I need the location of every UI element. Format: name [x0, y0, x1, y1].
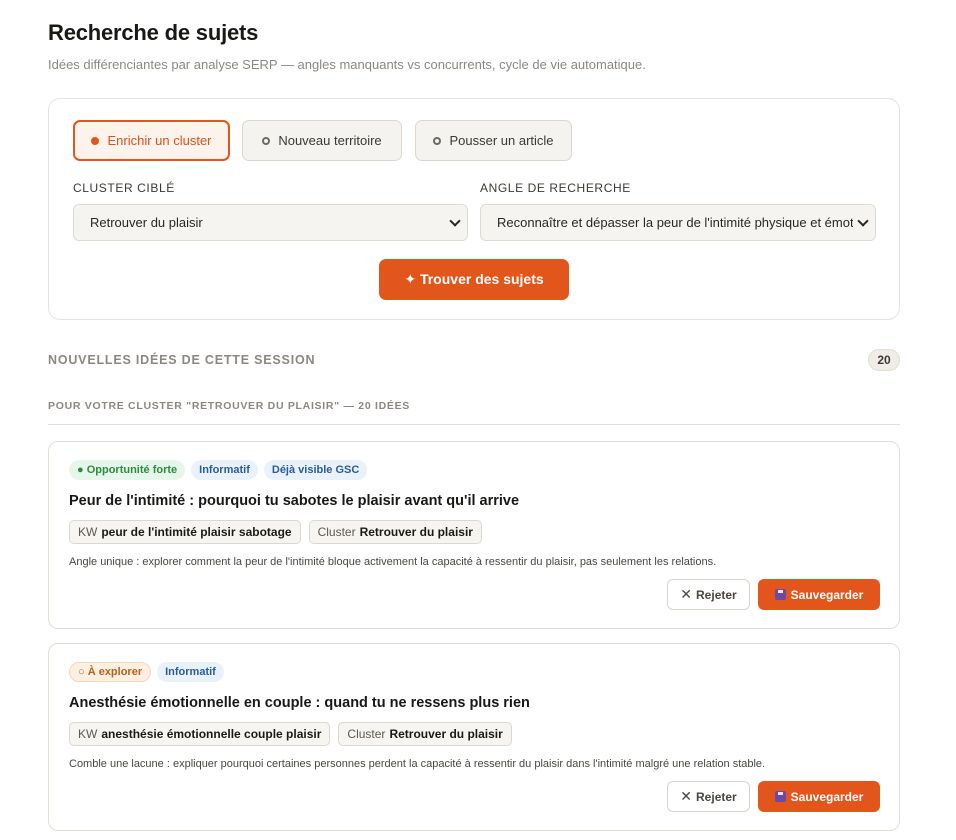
cluster-value: Retrouver du plaisir [359, 525, 473, 539]
keyword-chip: KW peur de l'intimité plaisir sabotage [69, 520, 301, 544]
mode-label: Enrichir un cluster [107, 133, 212, 148]
radio-dot-icon [433, 136, 442, 145]
angle-select-value: Reconnaître et dépasser la peur de l'int… [497, 215, 876, 230]
keyword-prefix: KW [78, 525, 98, 539]
save-label: Sauvegarder [790, 587, 864, 602]
find-topics-button[interactable]: ✦ Trouver des sujets [379, 259, 569, 300]
cluster-prefix: Cluster [317, 525, 356, 539]
reject-label: Rejeter [696, 587, 737, 602]
search-panel: Enrichir un cluster Nouveau territoire P… [48, 98, 900, 320]
mode-new-territory-button[interactable]: Nouveau territoire [242, 120, 402, 161]
reject-button[interactable]: ✕ Rejeter [667, 781, 750, 812]
find-topics-label: ✦ Trouver des sujets [404, 271, 544, 287]
explore-badge: ○ À explorer [69, 662, 152, 682]
save-button[interactable]: Sauvegarder [758, 579, 880, 610]
idea-chips: KW anesthésie émotionnelle couple plaisi… [69, 722, 512, 746]
cluster-value: Retrouver du plaisir [389, 727, 503, 741]
radio-dot-icon [91, 136, 100, 145]
idea-card: ● Opportunité forte Informatif Déjà visi… [48, 441, 900, 629]
mode-enrich-cluster-button[interactable]: Enrichir un cluster [73, 120, 230, 161]
radio-dot-icon [262, 136, 271, 145]
idea-description: Angle unique : explorer comment la peur … [69, 556, 717, 568]
intent-badge: Informatif [191, 460, 258, 480]
idea-chips: KW peur de l'intimité plaisir sabotage C… [69, 520, 482, 544]
save-button[interactable]: Sauvegarder [758, 781, 880, 812]
angle-field-label: ANGLE DE RECHERCHE [480, 181, 631, 195]
subsection-title: POUR VOTRE CLUSTER "RETROUVER DU PLAISIR… [48, 400, 410, 412]
page-title: Recherche de sujets [48, 20, 259, 45]
close-icon: ✕ [680, 788, 693, 804]
floppy-disk-icon [774, 791, 786, 802]
keyword-prefix: KW [78, 727, 98, 741]
page-subtitle: Idées différenciantes par analyse SERP —… [48, 57, 646, 72]
idea-card: ○ À explorer Informatif Anesthésie émoti… [48, 643, 900, 831]
cluster-field-label: CLUSTER CIBLÉ [73, 181, 175, 195]
idea-tags: ○ À explorer Informatif [69, 662, 224, 682]
angle-select[interactable]: Reconnaître et dépasser la peur de l'int… [480, 204, 876, 241]
keyword-value: anesthésie émotionnelle couple plaisir [101, 727, 322, 741]
idea-tags: ● Opportunité forte Informatif Déjà visi… [69, 460, 368, 480]
mode-label: Nouveau territoire [278, 133, 382, 148]
close-icon: ✕ [680, 586, 693, 602]
keyword-value: peur de l'intimité plaisir sabotage [101, 525, 292, 539]
ideas-count-badge: 20 [868, 349, 900, 371]
reject-button[interactable]: ✕ Rejeter [667, 579, 750, 610]
cluster-select-value: Retrouver du plaisir [90, 215, 203, 230]
idea-title: Anesthésie émotionnelle en couple : quan… [69, 695, 530, 711]
cluster-chip: Cluster Retrouver du plaisir [338, 722, 512, 746]
mode-label: Pousser un article [449, 133, 554, 148]
divider [48, 424, 900, 425]
opportunity-badge: ● Opportunité forte [69, 460, 186, 480]
section-title: NOUVELLES IDÉES DE CETTE SESSION [48, 353, 316, 367]
keyword-chip: KW anesthésie émotionnelle couple plaisi… [69, 722, 331, 746]
save-label: Sauvegarder [790, 789, 864, 804]
idea-description: Comble une lacune : expliquer pourquoi c… [69, 758, 766, 770]
intent-badge: Informatif [157, 662, 224, 682]
cluster-select[interactable]: Retrouver du plaisir [73, 204, 468, 241]
gsc-badge: Déjà visible GSC [263, 460, 368, 480]
cluster-prefix: Cluster [347, 727, 386, 741]
cluster-chip: Cluster Retrouver du plaisir [308, 520, 482, 544]
reject-label: Rejeter [696, 789, 737, 804]
floppy-disk-icon [774, 589, 786, 600]
mode-push-article-button[interactable]: Pousser un article [415, 120, 572, 161]
idea-title: Peur de l'intimité : pourquoi tu sabotes… [69, 493, 520, 509]
